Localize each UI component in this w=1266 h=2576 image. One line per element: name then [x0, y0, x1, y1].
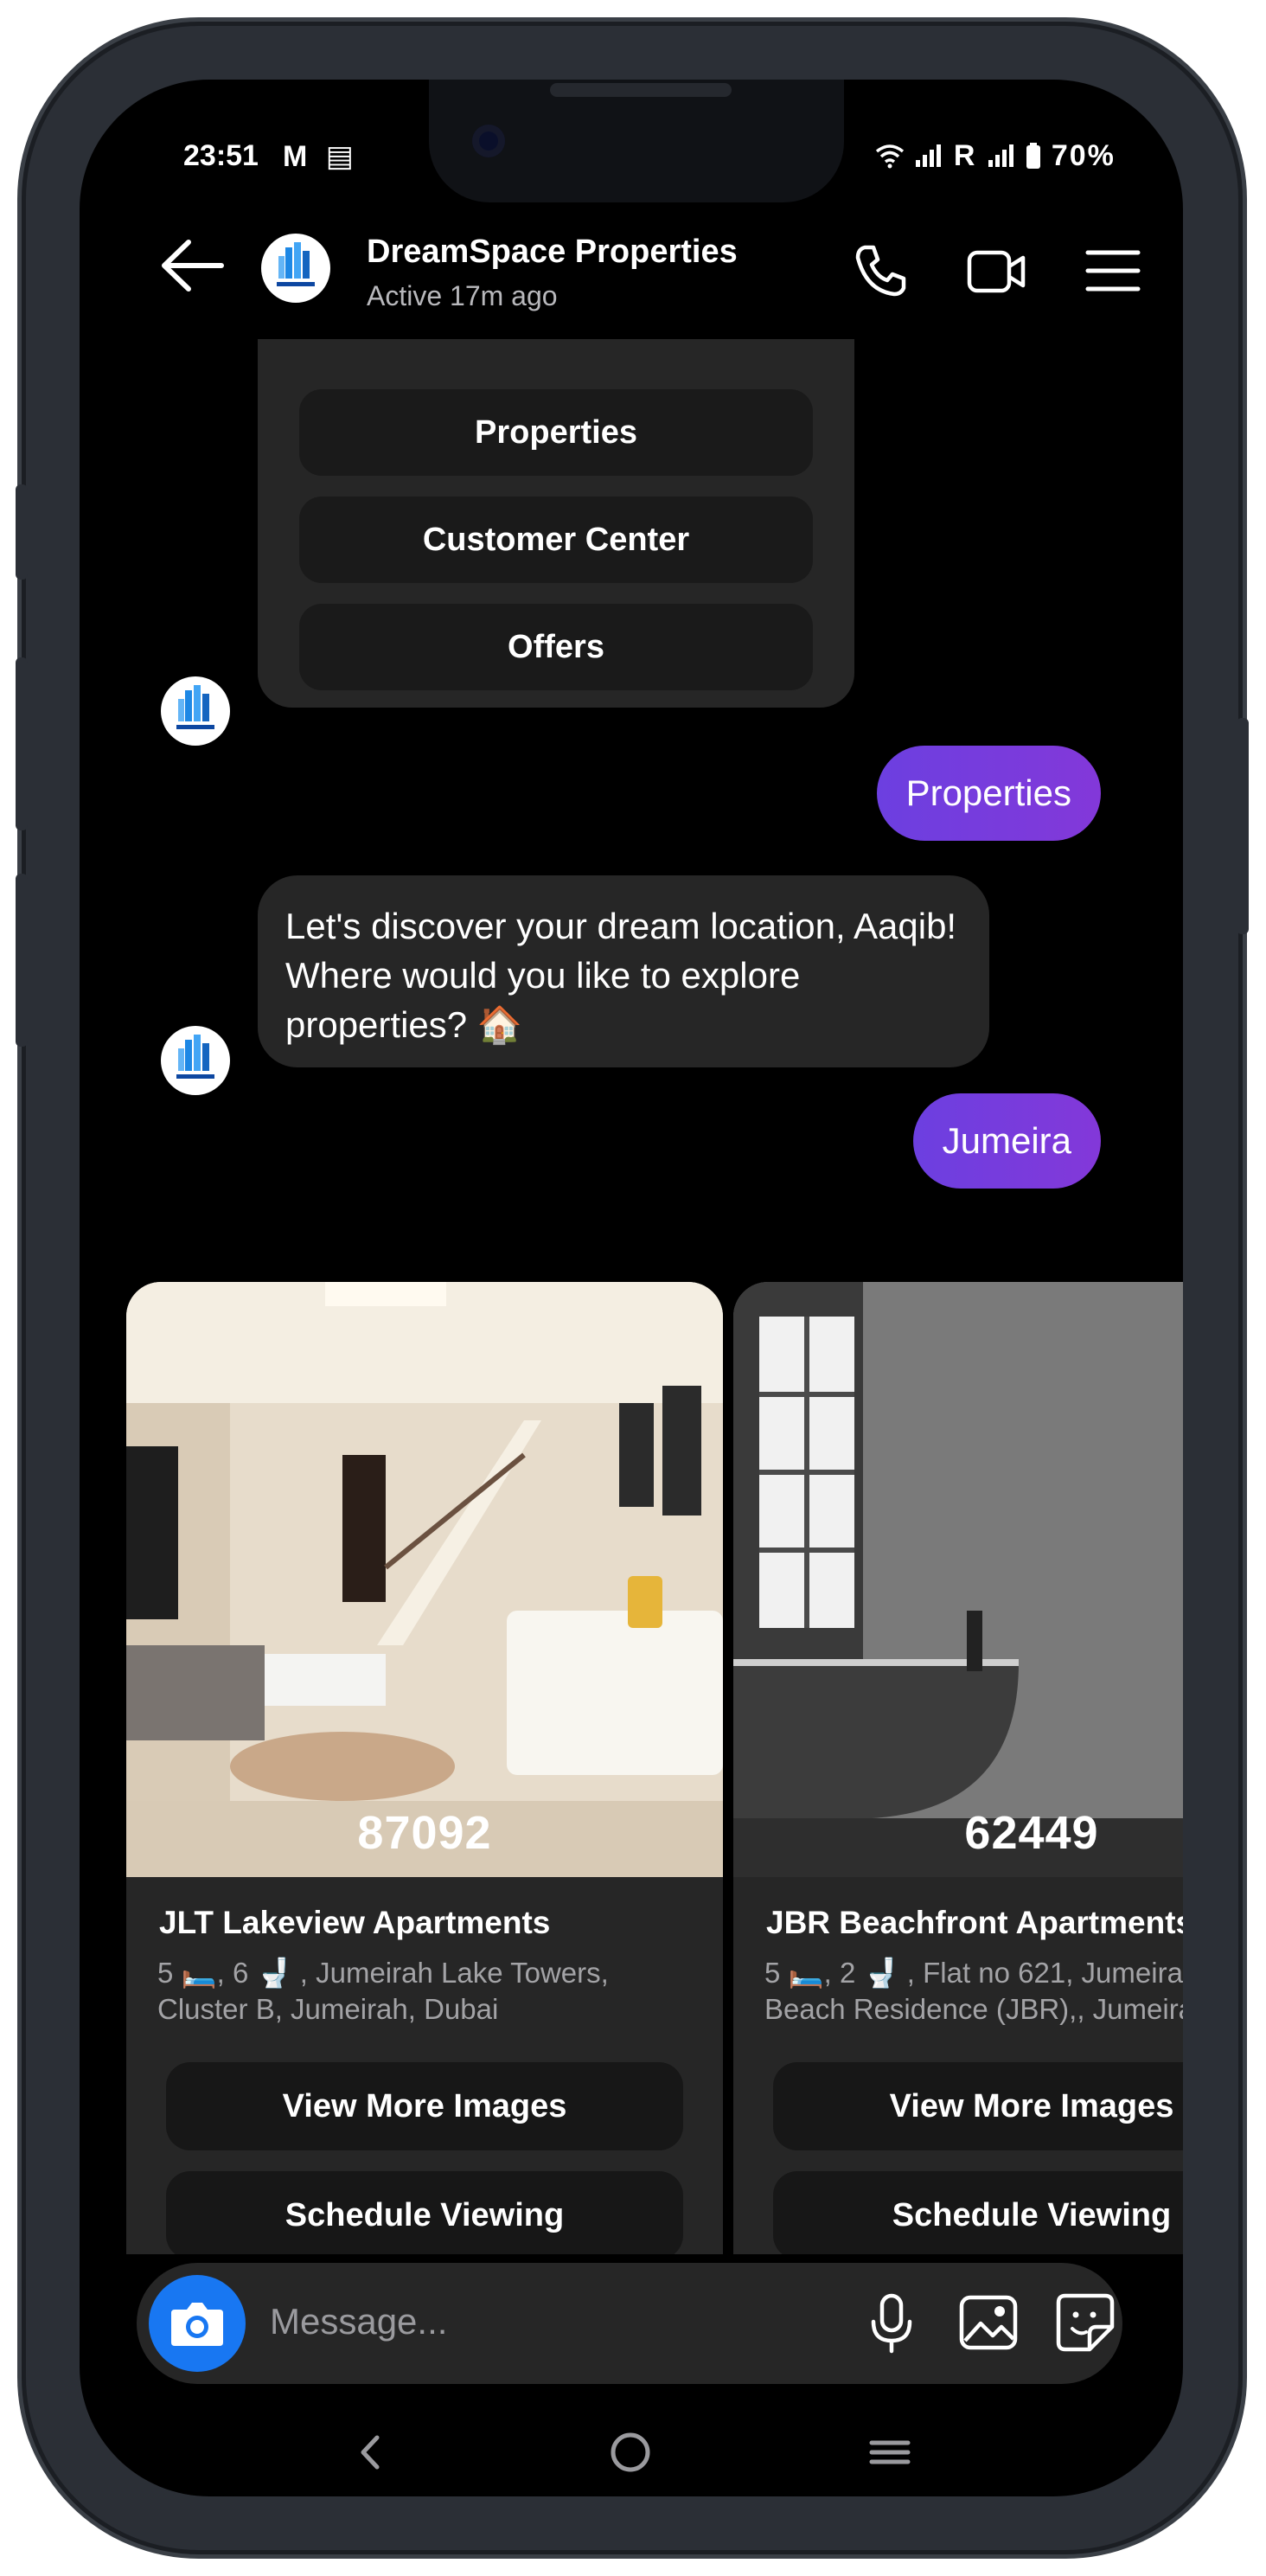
signal-icon	[916, 144, 942, 167]
dreamspace-logo-icon	[176, 1035, 214, 1079]
system-nav-bar	[80, 2406, 1183, 2493]
status-notification-icons: M ▤	[283, 140, 359, 173]
phone-screen: 23:51 M ▤ R 70% DreamSpace Properties Ac…	[80, 80, 1183, 2496]
status-time: 23:51	[183, 139, 259, 172]
earpiece	[550, 83, 732, 97]
status-bar: 23:51 M ▤ R 70%	[80, 136, 1183, 179]
dreamspace-logo-icon	[277, 242, 315, 286]
side-button	[16, 484, 28, 580]
property-address-line1: , Jumeirah Lake Towers,	[299, 1957, 609, 1989]
user-message-jumeira: Jumeira	[912, 1093, 1101, 1189]
phone-call-icon[interactable]	[849, 240, 910, 301]
battery-icon	[1026, 143, 1041, 169]
menu-button-offers[interactable]: Offers	[299, 604, 813, 690]
toilet-icon: 🚽	[863, 1957, 899, 1989]
microphone-icon[interactable]	[860, 2291, 924, 2355]
baths-count: 6	[232, 1957, 249, 1989]
quick-reply-menu-card: Properties Customer Center Offers	[258, 339, 854, 708]
chat-header: DreamSpace Properties Active 17m ago	[80, 209, 1183, 339]
property-name: JBR Beachfront Apartments	[766, 1905, 1183, 1940]
beds-count: 5	[764, 1957, 781, 1989]
property-photo-bathroom[interactable]	[733, 1282, 1183, 1877]
signal-icon-2	[988, 144, 1013, 167]
bot-avatar	[161, 1026, 230, 1095]
chat-thread[interactable]: Properties Customer Center Offers Proper…	[80, 339, 1183, 2254]
menu-button-customer-center[interactable]: Customer Center	[299, 497, 813, 583]
bot-avatar	[161, 676, 230, 746]
property-price: 62449	[964, 1807, 1099, 1859]
contact-status: Active 17m ago	[367, 280, 558, 311]
bed-icon: 🛏️	[181, 1957, 217, 1989]
wifi-icon	[875, 144, 905, 169]
property-details: 5 🛏️, 6 🚽 , Jumeirah Lake Towers, Cluster…	[157, 1957, 609, 2025]
property-name: JLT Lakeview Apartments	[159, 1905, 551, 1940]
bed-icon: 🛏️	[788, 1957, 824, 1989]
battery-percent: 70%	[1051, 139, 1116, 172]
menu-icon[interactable]	[1083, 240, 1143, 301]
nav-recents-icon[interactable]	[860, 2422, 920, 2483]
gallery-icon[interactable]	[956, 2291, 1020, 2355]
view-more-images-button[interactable]: View More Images	[166, 2062, 683, 2150]
property-photo-living-room[interactable]	[126, 1282, 723, 1877]
property-address-line2: Beach Residence (JBR),, Jumeirah	[764, 1993, 1183, 2025]
volume-up-button	[16, 657, 28, 830]
camera-icon	[171, 2303, 223, 2346]
sticker-icon[interactable]	[1053, 2291, 1117, 2355]
property-card[interactable]: 87092 JLT Lakeview Apartments 5 🛏️, 6 🚽 …	[126, 1282, 723, 2254]
menu-button-properties[interactable]: Properties	[299, 389, 813, 476]
bot-message-location: Let's discover your dream location, Aaqi…	[258, 875, 989, 1067]
back-arrow-icon[interactable]	[157, 235, 227, 296]
contact-avatar[interactable]	[261, 234, 330, 303]
message-input[interactable]: Message...	[270, 2301, 447, 2342]
toilet-icon: 🚽	[256, 1957, 292, 1989]
user-message-properties: Properties	[876, 746, 1101, 841]
view-more-images-button[interactable]: View More Images	[773, 2062, 1183, 2150]
schedule-viewing-button[interactable]: Schedule Viewing	[773, 2171, 1183, 2254]
power-button	[1237, 718, 1249, 934]
status-signal-area: R 70%	[875, 139, 1116, 173]
nav-home-icon[interactable]	[600, 2422, 661, 2483]
property-address-line1: , Flat no 621, Jumeirah	[906, 1957, 1183, 1989]
beds-count: 5	[157, 1957, 174, 1989]
property-card[interactable]: 62449 JBR Beachfront Apartments 5 🛏️, 2 …	[733, 1282, 1183, 2254]
property-details: 5 🛏️, 2 🚽 , Flat no 621, Jumeirah Beach R…	[764, 1955, 1183, 2028]
baths-count: 2	[839, 1957, 856, 1989]
property-address-line2: Cluster B, Jumeirah, Dubai	[157, 1993, 499, 2025]
schedule-viewing-button[interactable]: Schedule Viewing	[166, 2171, 683, 2254]
camera-button[interactable]	[149, 2275, 246, 2372]
message-composer: Message...	[137, 2263, 1122, 2384]
nav-back-icon[interactable]	[341, 2422, 401, 2483]
contact-name[interactable]: DreamSpace Properties	[367, 234, 738, 271]
dreamspace-logo-icon	[176, 685, 214, 729]
volume-down-button	[16, 874, 28, 1047]
video-call-icon[interactable]	[966, 240, 1026, 301]
roaming-indicator: R	[953, 139, 977, 172]
phone-frame: 23:51 M ▤ R 70% DreamSpace Properties Ac…	[16, 26, 1249, 2550]
property-price: 87092	[357, 1807, 492, 1859]
